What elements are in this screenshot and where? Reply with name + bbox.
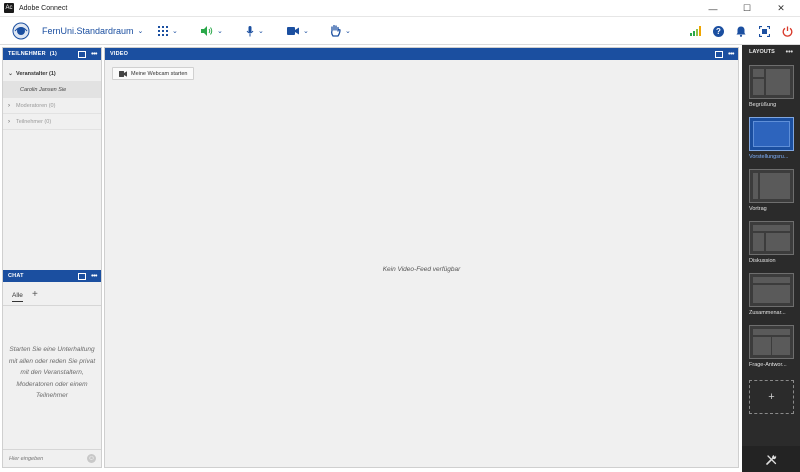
raise-hand-icon — [331, 25, 341, 37]
attendees-pod-header: TEILNEHMER (1) ••• — [3, 48, 101, 60]
layout-settings-bar — [742, 446, 800, 472]
chat-pod-header: CHAT ••• — [3, 270, 101, 282]
microphone-icon — [246, 25, 254, 36]
apps-menu-button[interactable]: ⌄ — [158, 17, 178, 45]
chat-empty-message: Starten Sie eine Unterhaltung mit allen … — [8, 346, 96, 399]
pod-options-icon[interactable]: ••• — [728, 51, 734, 58]
video-pod-title: VIDEO — [110, 51, 129, 57]
camera-icon — [119, 71, 127, 77]
layout-label[interactable]: Vorstellungsru... — [749, 154, 797, 160]
chat-tabs: Alle + — [3, 288, 101, 306]
minimize-button[interactable]: — — [696, 0, 730, 17]
layout-label[interactable]: Diskussion — [749, 258, 797, 264]
layouts-panel: LAYOUTS ••• Begrüßung Vorstellungsru... … — [742, 45, 800, 472]
chat-input[interactable]: Hier eingeben — [9, 456, 87, 462]
adobe-connect-logo-icon: Ac — [4, 3, 14, 13]
layout-label[interactable]: Frage-Antwor... — [749, 362, 797, 368]
chevron-down-icon: ⌄ — [8, 71, 14, 77]
video-pod-header: VIDEO ••• — [105, 48, 738, 60]
chat-input-bar: Hier eingeben ☺ — [3, 449, 101, 467]
layout-thumb-qna[interactable] — [749, 325, 794, 359]
room-menu[interactable]: FernUni.Standardraum ⌄ — [42, 17, 143, 45]
layout-thumb-lecture[interactable] — [749, 169, 794, 203]
layouts-title: LAYOUTS — [749, 49, 775, 55]
left-pods-column: TEILNEHMER (1) ••• ⌄ Veranstalter (1) Ca… — [2, 47, 102, 468]
start-webcam-button[interactable]: Meine Webcam starten — [112, 67, 195, 80]
layout-label[interactable]: Zusammenar... — [749, 310, 797, 316]
chevron-right-icon: › — [8, 118, 10, 125]
microphone-menu-button[interactable]: ⌄ — [246, 17, 264, 45]
layouts-panel-header: LAYOUTS ••• — [742, 45, 800, 59]
camera-menu-button[interactable]: ⌄ — [287, 17, 309, 45]
chat-tab-all[interactable]: Alle — [12, 292, 23, 302]
meeting-toolbar: FernUni.Standardraum ⌄ ⌄ ⌄ ⌄ ⌄ ⌄ ? — [0, 17, 800, 45]
room-name: FernUni.Standardraum — [42, 26, 134, 36]
chevron-down-icon: ⌄ — [303, 28, 309, 35]
notifications-button[interactable] — [736, 17, 746, 45]
layouts-options-icon[interactable]: ••• — [786, 49, 793, 56]
bell-icon — [736, 26, 746, 37]
help-icon: ? — [713, 25, 724, 37]
fullscreen-button[interactable] — [759, 17, 770, 45]
start-webcam-label: Meine Webcam starten — [131, 70, 188, 77]
raise-hand-menu-button[interactable]: ⌄ — [330, 17, 351, 45]
tools-icon[interactable] — [765, 454, 777, 465]
add-layout-button[interactable]: + — [749, 380, 794, 414]
leave-meeting-button[interactable] — [782, 17, 793, 45]
layout-label[interactable]: Begrüßung — [749, 102, 797, 108]
pod-options-icon[interactable]: ••• — [91, 273, 97, 280]
connection-status-button[interactable] — [690, 17, 702, 45]
layout-thumb-collaboration[interactable] — [749, 273, 794, 307]
maximize-pod-icon[interactable] — [715, 50, 724, 58]
chevron-down-icon: ⌄ — [217, 28, 223, 35]
maximize-pod-icon[interactable] — [78, 272, 87, 280]
chevron-down-icon: ⌄ — [172, 28, 178, 35]
maximize-pod-icon[interactable] — [78, 50, 87, 58]
emoji-icon[interactable]: ☺ — [87, 454, 96, 463]
signal-bars-icon — [690, 26, 701, 36]
chevron-right-icon: › — [8, 102, 10, 109]
chevron-down-icon: ⌄ — [258, 28, 264, 35]
layout-label[interactable]: Vortrag — [749, 206, 797, 212]
attendee-group-presenters[interactable]: › Moderatoren (0) — [3, 98, 101, 114]
window-titlebar: Ac Adobe Connect — ☐ ✕ — [0, 0, 800, 17]
chevron-down-icon: ⌄ — [137, 28, 144, 35]
attendee-group-participants[interactable]: › Teilnehmer (0) — [3, 114, 101, 130]
speaker-menu-button[interactable]: ⌄ — [201, 17, 223, 45]
attendee-group-hosts[interactable]: ⌄ Veranstalter (1) — [3, 66, 101, 82]
chat-pod-title: CHAT — [8, 273, 24, 279]
close-button[interactable]: ✕ — [764, 0, 798, 17]
add-chat-tab-button[interactable]: + — [32, 289, 38, 300]
apps-grid-icon — [158, 26, 168, 36]
fernuni-logo-icon — [12, 17, 30, 45]
window-title: Adobe Connect — [19, 4, 68, 12]
maximize-button[interactable]: ☐ — [730, 0, 764, 17]
help-button[interactable]: ? — [713, 17, 724, 45]
camera-icon — [287, 27, 299, 35]
layout-thumb-discussion[interactable] — [749, 221, 794, 255]
video-pod: VIDEO ••• Meine Webcam starten Kein Vide… — [104, 47, 739, 468]
speaker-icon — [201, 26, 213, 36]
power-icon — [782, 26, 793, 37]
layout-thumb-introduction[interactable] — [749, 117, 794, 151]
no-video-message: Kein Video-Feed verfügbar — [382, 266, 461, 273]
attendee-name: Carolin Jansen Sie — [20, 86, 67, 93]
attendees-count: (1) — [49, 51, 58, 57]
attendees-pod-title: TEILNEHMER — [8, 51, 46, 57]
attendee-group-label: Moderatoren (0) — [16, 102, 56, 109]
layout-thumb-welcome[interactable] — [749, 65, 794, 99]
attendee-group-label: Teilnehmer (0) — [16, 118, 52, 125]
pod-options-icon[interactable]: ••• — [91, 51, 97, 58]
attendee-row[interactable]: Carolin Jansen Sie — [3, 82, 101, 98]
attendee-group-label: Veranstalter (1) — [16, 70, 56, 77]
fullscreen-icon — [759, 25, 770, 37]
chevron-down-icon: ⌄ — [345, 28, 351, 35]
